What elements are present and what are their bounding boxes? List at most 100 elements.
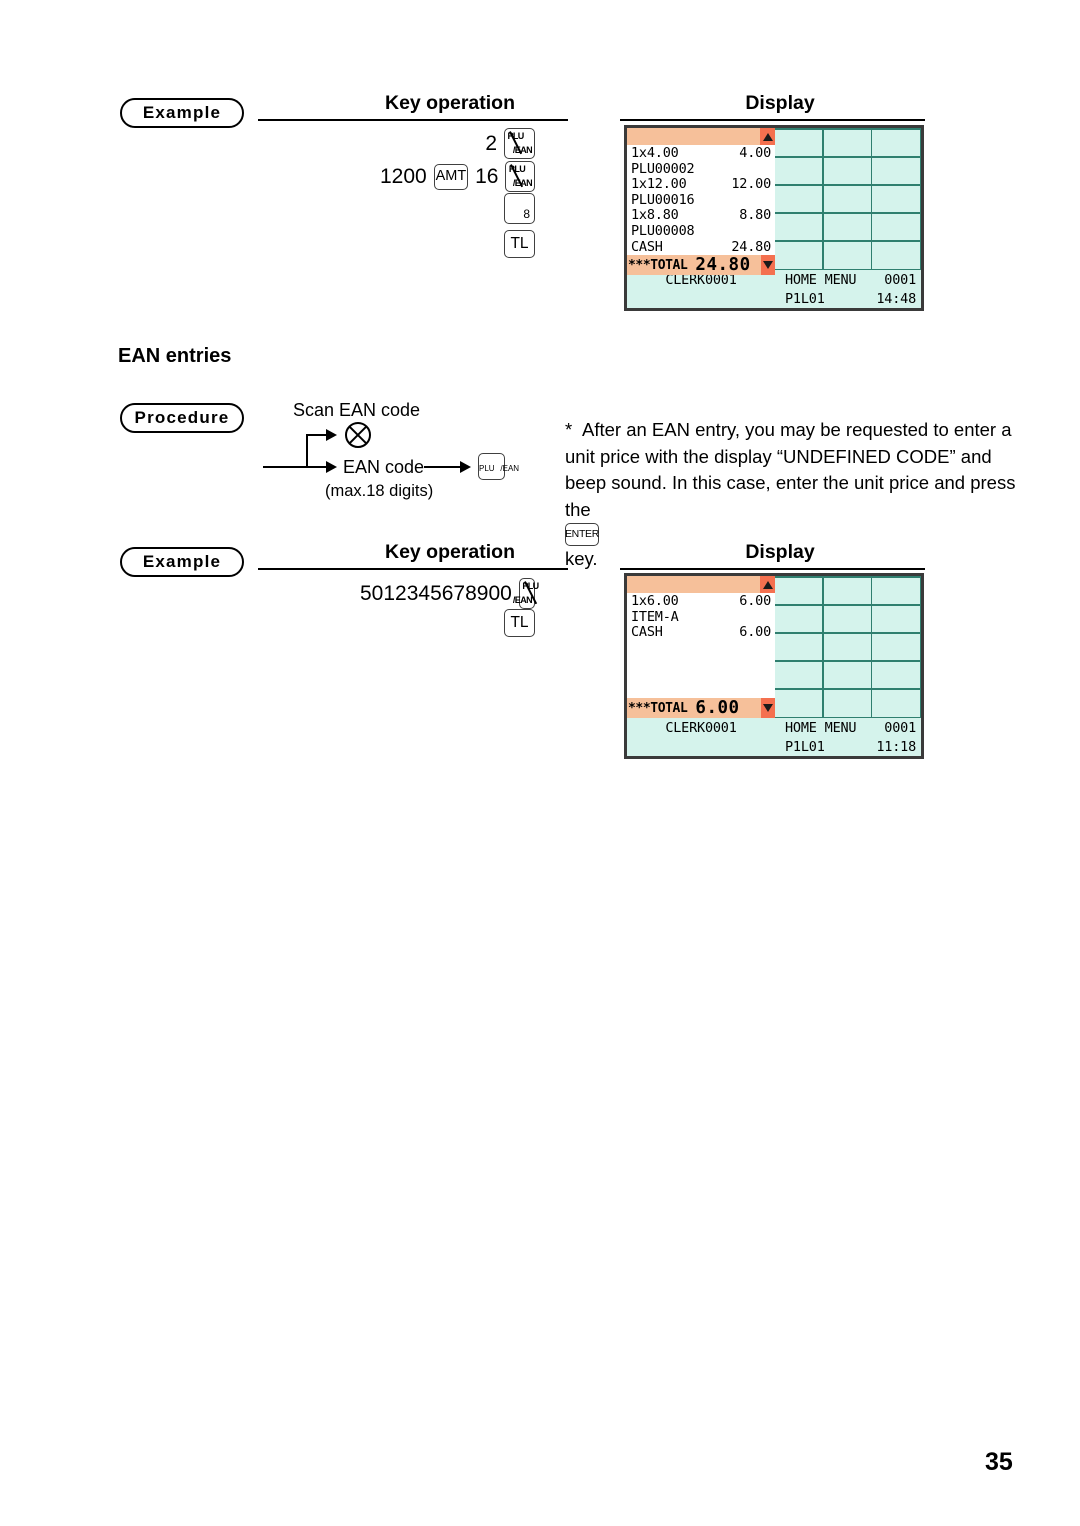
menu-key-cell[interactable] bbox=[823, 213, 871, 241]
col-rule-display-2 bbox=[620, 568, 925, 571]
menu-key-cell[interactable] bbox=[775, 689, 823, 717]
menu-key-cell[interactable] bbox=[775, 129, 823, 157]
receipt-line-amount: 6.00 bbox=[739, 624, 771, 641]
triangle-down-icon bbox=[763, 261, 773, 270]
receipt-line: 1x8.80 8.80 bbox=[631, 208, 771, 224]
menu-key-cell[interactable] bbox=[872, 213, 920, 241]
receipt-line-label: PLU00016 bbox=[631, 191, 695, 208]
plu-ean-key-icon[interactable]: PLU /EAN bbox=[478, 453, 519, 480]
tl-key-icon[interactable]: TL bbox=[504, 609, 535, 637]
menu-key-cell[interactable] bbox=[872, 633, 920, 661]
key-operation-line-2-1: 5012345678900 PLU /EAN bbox=[360, 578, 539, 609]
menu-key-cell[interactable] bbox=[775, 633, 823, 661]
menu-key-cell[interactable] bbox=[823, 129, 871, 157]
plu-ean-key-top: PLU bbox=[522, 581, 539, 591]
receipt-lines-2: 1x6.00 6.00 ITEM-A CASH 6.00 bbox=[627, 593, 775, 698]
menu-key-cell[interactable] bbox=[872, 157, 920, 185]
key-operation-line-1-4: TL bbox=[504, 230, 535, 258]
receipt-line-amount: 6.00 bbox=[739, 593, 771, 609]
menu-key-cell[interactable] bbox=[775, 577, 823, 605]
procedure-ean-code-label: EAN code bbox=[343, 457, 425, 477]
key-operation-line-1-1: 2 PLU /EAN bbox=[420, 128, 535, 159]
procedure-branch-bottom-line bbox=[306, 466, 328, 469]
tl-key-icon[interactable]: TL bbox=[504, 230, 535, 258]
menu-key-cell[interactable] bbox=[823, 661, 871, 689]
receipt-line-label: 1x6.00 bbox=[631, 593, 679, 609]
scroll-up-indicator[interactable] bbox=[760, 576, 775, 593]
receipt-total-bar-1: ***TOTAL 24.80 bbox=[627, 255, 775, 276]
menu-key-cell[interactable] bbox=[872, 241, 920, 269]
procedure-branch-top-line bbox=[306, 434, 328, 437]
menu-key-cell[interactable] bbox=[823, 605, 871, 633]
menu-key-cell[interactable] bbox=[775, 157, 823, 185]
clerk-label: CLERK0001 bbox=[665, 719, 737, 736]
menu-key-cell[interactable] bbox=[823, 157, 871, 185]
amt-key-icon[interactable]: AMT bbox=[433, 163, 469, 190]
receipt-total-bar-2: ***TOTAL 6.00 bbox=[627, 698, 775, 718]
menu-key-cell[interactable] bbox=[872, 129, 920, 157]
receipt-line: 1x6.00 6.00 bbox=[631, 593, 771, 610]
procedure-arrow-to-scanner bbox=[326, 429, 337, 441]
receipt-line: PLU00002 bbox=[631, 161, 771, 178]
menu-label: HOME MENU bbox=[785, 719, 857, 736]
plu-code-value: 16 bbox=[475, 164, 499, 188]
receipt-lines-1: 1x4.00 4.00 PLU00002 1x12.00 12.00 PLU00… bbox=[627, 145, 775, 255]
procedure-arrow-head-to-key bbox=[460, 461, 471, 473]
procedure-branch-riser bbox=[306, 434, 309, 468]
plu-ean-key-top: PLU bbox=[508, 164, 526, 174]
procedure-scan-label: Scan EAN code bbox=[293, 400, 421, 420]
receipt-line: 1x12.00 12.00 bbox=[631, 177, 771, 193]
display-panel-1: 1x4.00 4.00 PLU00002 1x12.00 12.00 PLU00… bbox=[624, 125, 924, 311]
menu-key-cell[interactable] bbox=[775, 661, 823, 689]
badge-example-2-label: Example bbox=[142, 552, 222, 571]
display-status-2: CLERK0001 HOME MENU 0001 P1L01 11:18 bbox=[627, 718, 921, 756]
menu-key-cell[interactable] bbox=[872, 185, 920, 213]
menu-key-cell[interactable] bbox=[775, 605, 823, 633]
receipt-line-label: ITEM-A bbox=[631, 608, 679, 625]
ean-code-value: 5012345678900 bbox=[360, 581, 512, 605]
receipt-line-label: CASH bbox=[631, 238, 663, 255]
display-panel-2: 1x6.00 6.00 ITEM-A CASH 6.00 ***TOTAL 6.… bbox=[624, 573, 924, 759]
col-rule-key-operation-2 bbox=[258, 568, 568, 571]
menu-key-cell[interactable] bbox=[823, 689, 871, 717]
menu-key-grid-1 bbox=[775, 128, 921, 270]
triangle-up-icon bbox=[762, 132, 773, 141]
receipt-line-amount: 8.80 bbox=[739, 207, 771, 224]
procedure-arrow-to-ean-code bbox=[326, 461, 337, 473]
scroll-down-indicator[interactable] bbox=[761, 698, 775, 718]
menu-label: HOME MENU bbox=[785, 271, 857, 288]
menu-key-cell[interactable] bbox=[872, 661, 920, 689]
receipt-top-bar-2 bbox=[627, 576, 775, 593]
badge-example-1-label: Example bbox=[142, 103, 222, 122]
menu-key-cell[interactable] bbox=[823, 241, 871, 269]
col-rule-key-operation-1 bbox=[258, 119, 568, 122]
plu-ean-key-icon[interactable]: PLU /EAN bbox=[513, 578, 539, 609]
receipt-line-label: 1x12.00 bbox=[631, 176, 687, 193]
dept-8-key-icon[interactable]: 8 bbox=[504, 193, 535, 224]
menu-key-cell[interactable] bbox=[872, 605, 920, 633]
menu-key-cell[interactable] bbox=[823, 185, 871, 213]
menu-key-cell[interactable] bbox=[823, 633, 871, 661]
plu-ean-key-icon[interactable]: PLU /EAN bbox=[505, 161, 535, 192]
status-row-bottom: P1L01 14:48 bbox=[627, 289, 921, 308]
level-label: P1L01 bbox=[785, 738, 825, 755]
menu-key-cell[interactable] bbox=[775, 213, 823, 241]
scroll-down-indicator[interactable] bbox=[761, 255, 775, 276]
menu-key-cell[interactable] bbox=[775, 185, 823, 213]
scroll-up-indicator[interactable] bbox=[760, 128, 775, 145]
plu-ean-key-top: PLU bbox=[507, 131, 525, 141]
menu-key-cell[interactable] bbox=[872, 689, 920, 717]
total-value: 6.00 bbox=[695, 698, 740, 718]
receipt-line-label: CASH bbox=[631, 624, 663, 641]
menu-key-cell[interactable] bbox=[775, 241, 823, 269]
triangle-down-icon bbox=[763, 704, 773, 712]
display-status-1: CLERK0001 HOME MENU 0001 P1L01 14:48 bbox=[627, 270, 921, 308]
status-row-bottom: P1L01 11:18 bbox=[627, 737, 921, 756]
menu-key-cell[interactable] bbox=[823, 577, 871, 605]
receipt-line-label: 1x4.00 bbox=[631, 145, 679, 161]
procedure-arrow-line-to-key bbox=[424, 466, 462, 469]
plu-ean-key-icon[interactable]: PLU /EAN bbox=[504, 128, 535, 159]
status-row-top: CLERK0001 HOME MENU 0001 bbox=[627, 718, 921, 737]
menu-key-cell[interactable] bbox=[872, 577, 920, 605]
level-label: P1L01 bbox=[785, 290, 825, 307]
